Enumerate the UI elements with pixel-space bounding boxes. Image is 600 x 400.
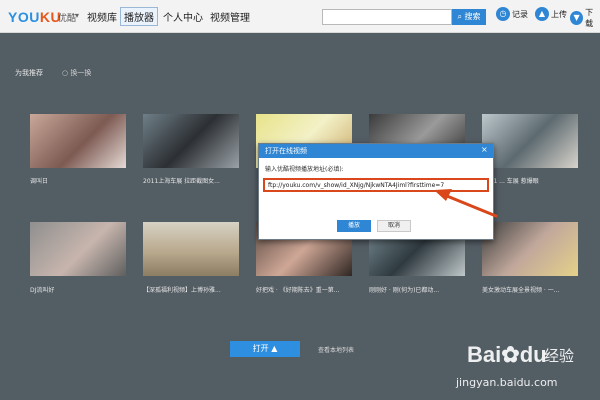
annotation-arrow <box>434 189 498 218</box>
